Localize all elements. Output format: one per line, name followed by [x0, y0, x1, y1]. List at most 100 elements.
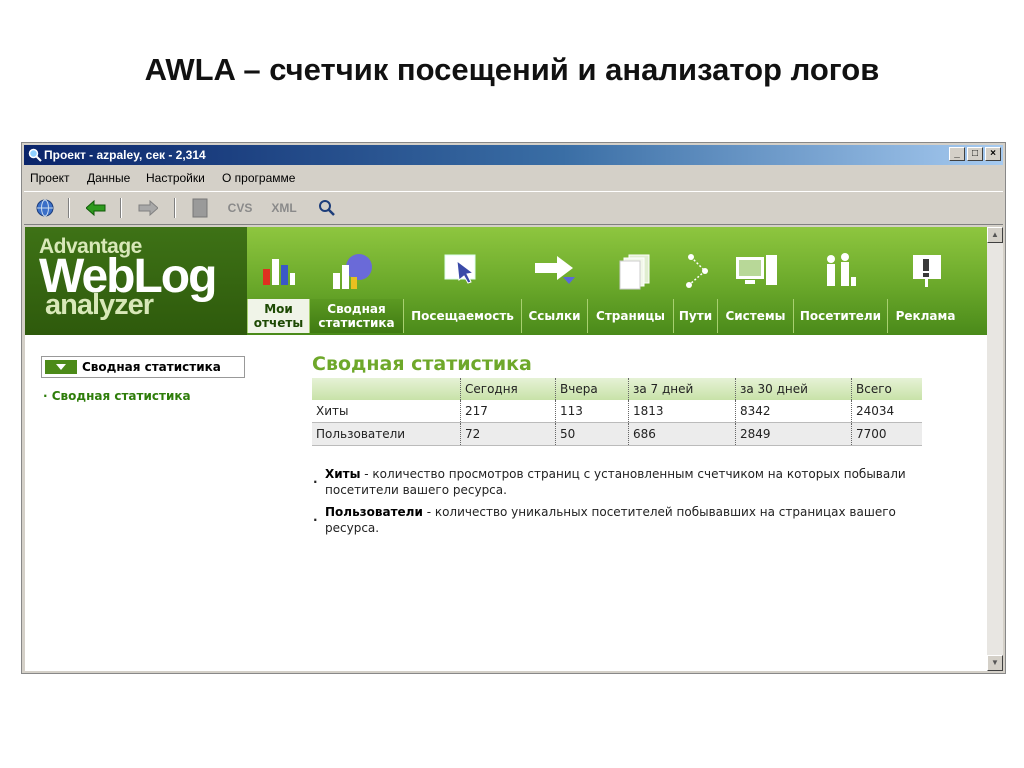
note-text: - количество просмотров страниц с устано…: [325, 467, 906, 497]
globe-icon: [36, 199, 54, 217]
table-cell: 7700: [851, 422, 922, 446]
column-header: Вчера: [555, 378, 629, 400]
logo-line3: analyzer: [45, 289, 154, 321]
table-cell: 1813: [628, 400, 736, 423]
nav-pages-label: Страницы: [596, 309, 665, 323]
billboard-icon: [913, 255, 941, 287]
close-button[interactable]: ×: [985, 147, 1001, 161]
computer-icon: [736, 255, 777, 285]
globe-button[interactable]: [34, 198, 56, 218]
back-button[interactable]: [84, 198, 108, 218]
vertical-scrollbar[interactable]: ▲ ▼: [987, 227, 1003, 671]
bullet-icon: .: [313, 510, 318, 524]
column-header: [312, 378, 461, 400]
nav-pages[interactable]: Страницы: [587, 299, 673, 333]
nav-systems[interactable]: Системы: [717, 299, 793, 333]
collapse-toggle[interactable]: [45, 360, 77, 374]
pages-icon: [619, 254, 650, 290]
toolbar: CVS XML: [24, 191, 1003, 225]
note-hits: . Хиты - количество просмотров страниц с…: [313, 466, 953, 498]
slide-title: AWLA – счетчик посещений и анализатор ло…: [144, 52, 880, 87]
nav-ads-label: Реклама: [895, 309, 956, 323]
menu-project[interactable]: Проект: [30, 171, 70, 185]
table-cell: 113: [555, 400, 629, 423]
header-banner: Advantage WebLog analyzer Мои отчеты Сво…: [25, 227, 987, 335]
content-area: Advantage WebLog analyzer Мои отчеты Сво…: [25, 227, 987, 671]
nav-links-label: Ссылки: [528, 309, 581, 323]
column-header: за 7 дней: [628, 378, 736, 400]
bar-chart-icon: [263, 259, 295, 285]
menu-bar: Проект Данные Настройки О программе: [24, 167, 1003, 189]
nav-ads[interactable]: Реклама: [887, 299, 963, 333]
sidebar-link-summary[interactable]: · Сводная статистика: [43, 389, 191, 403]
menu-about[interactable]: О программе: [222, 171, 295, 185]
forward-button[interactable]: [136, 198, 160, 218]
cvs-label: CVS: [227, 201, 253, 215]
people-icon: [827, 253, 856, 286]
note-term: Пользователи: [325, 505, 423, 519]
xml-button[interactable]: XML: [268, 198, 300, 218]
nav-visitors[interactable]: Посетители: [793, 299, 887, 333]
nav-summary-stats[interactable]: Сводная статистика: [309, 299, 403, 333]
scroll-down-button[interactable]: ▼: [987, 655, 1003, 671]
minimize-button[interactable]: _: [949, 147, 965, 161]
stats-table: Сегодня Вчера за 7 дней за 30 дней Всего…: [312, 378, 922, 446]
arrow-right-icon: [138, 200, 158, 216]
table-cell: 8342: [735, 400, 852, 423]
nav-visitors-label: Посетители: [799, 309, 882, 323]
row-label: Пользователи: [312, 422, 461, 446]
page-title: Сводная статистика: [312, 353, 532, 375]
arrow-right-icon: [535, 256, 575, 284]
save-button[interactable]: [188, 198, 212, 218]
paths-icon: [686, 254, 708, 288]
note-term: Хиты: [325, 467, 361, 481]
scroll-up-button[interactable]: ▲: [987, 227, 1003, 243]
search-button[interactable]: [316, 198, 338, 218]
column-header: за 30 дней: [735, 378, 852, 400]
table-cell: 686: [628, 422, 736, 446]
sidebar-header[interactable]: Сводная статистика: [41, 356, 245, 378]
triangle-down-icon: [56, 364, 66, 370]
nav-paths-label: Пути: [678, 309, 713, 323]
magnifier-icon: [28, 148, 42, 162]
search-icon: [319, 200, 335, 216]
title-bar: Проект - azpaley, сек - 2,314 _ □ ×: [24, 145, 1003, 165]
logo-area: Advantage WebLog analyzer: [25, 227, 247, 335]
xml-label: XML: [271, 201, 297, 215]
nav-systems-label: Системы: [725, 309, 786, 323]
note-users: . Пользователи - количество уникальных п…: [313, 504, 953, 536]
maximize-button[interactable]: □: [967, 147, 983, 161]
app-window: Проект - azpaley, сек - 2,314 _ □ × Прое…: [21, 142, 1006, 674]
nav-links[interactable]: Ссылки: [521, 299, 587, 333]
menu-data[interactable]: Данные: [87, 171, 130, 185]
bullet-icon: .: [313, 472, 318, 486]
nav-attendance[interactable]: Посещаемость: [403, 299, 521, 333]
table-header-row: Сегодня Вчера за 7 дней за 30 дней Всего: [312, 378, 922, 400]
nav-attendance-label: Посещаемость: [411, 309, 514, 323]
nav-summary-stats-label: Сводная статистика: [318, 302, 395, 330]
nav-paths[interactable]: Пути: [673, 299, 717, 333]
sidebar-link-label: Сводная статистика: [51, 389, 191, 403]
table-cell: 217: [460, 400, 556, 423]
column-header: Всего: [851, 378, 922, 400]
pie-chart-icon: [333, 254, 372, 289]
table-row: Хиты 217 113 1813 8342 24034: [312, 400, 922, 423]
table-cell: 72: [460, 422, 556, 446]
notes: . Хиты - количество просмотров страниц с…: [313, 466, 953, 542]
cursor-icon: [444, 254, 476, 284]
menu-settings[interactable]: Настройки: [146, 171, 205, 185]
table-cell: 24034: [851, 400, 922, 423]
nav-my-reports[interactable]: Мои отчеты: [247, 299, 309, 333]
column-header: Сегодня: [460, 378, 556, 400]
table-cell: 50: [555, 422, 629, 446]
window-title: Проект - azpaley, сек - 2,314: [44, 148, 206, 162]
row-label: Хиты: [312, 400, 461, 423]
cvs-button[interactable]: CVS: [224, 198, 256, 218]
nav-my-reports-label: Мои отчеты: [253, 302, 304, 330]
bullet-icon: ·: [43, 389, 52, 403]
sidebar-header-label: Сводная статистика: [82, 360, 221, 374]
document-icon: [192, 198, 208, 218]
table-row: Пользователи 72 50 686 2849 7700: [312, 422, 922, 446]
table-cell: 2849: [735, 422, 852, 446]
arrow-left-icon: [86, 200, 106, 216]
